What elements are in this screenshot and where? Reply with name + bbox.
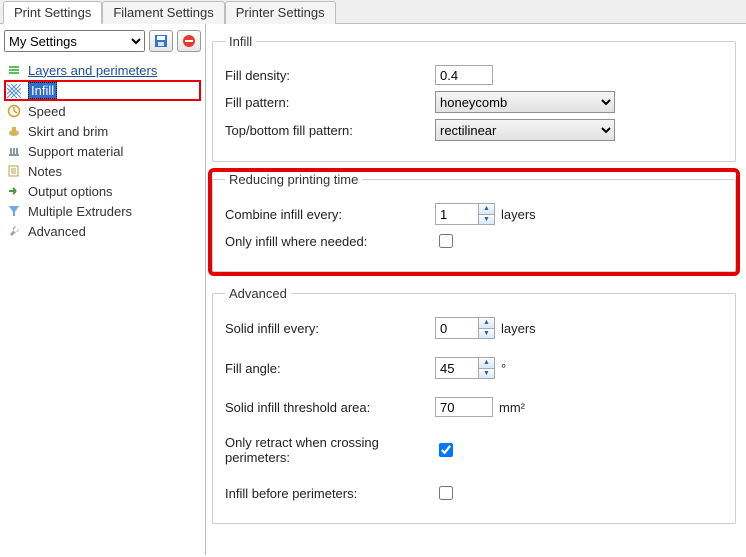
save-preset-button[interactable] [149, 30, 173, 52]
sidebar-item-speed[interactable]: Speed [4, 101, 201, 121]
only-infill-needed-checkbox[interactable] [439, 234, 453, 248]
group-legend: Infill [225, 34, 256, 49]
only-infill-needed-label: Only infill where needed: [225, 234, 435, 249]
only-retract-label: Only retract when crossing perimeters: [225, 435, 435, 465]
layers-icon [6, 62, 22, 78]
spinner-down-icon[interactable]: ▼ [479, 329, 494, 339]
fill-angle-label: Fill angle: [225, 361, 435, 376]
sidebar-item-label: Notes [28, 164, 62, 179]
sidebar-item-label: Advanced [28, 224, 86, 239]
group-legend: Advanced [225, 286, 291, 301]
funnel-icon [6, 203, 22, 219]
spinner-up-icon[interactable]: ▲ [479, 318, 494, 329]
fill-angle-spinner[interactable]: ▲▼ [435, 357, 495, 379]
infill-before-perimeters-label: Infill before perimeters: [225, 486, 435, 501]
group-legend: Reducing printing time [225, 172, 362, 187]
fill-angle-input[interactable] [436, 358, 478, 378]
sidebar-item-label: Support material [28, 144, 123, 159]
spinner-up-icon[interactable]: ▲ [479, 204, 494, 215]
threshold-area-input[interactable] [435, 397, 493, 417]
sidebar-item-skirt-brim[interactable]: Skirt and brim [4, 121, 201, 141]
solid-infill-every-label: Solid infill every: [225, 321, 435, 336]
sidebar-item-label: Layers and perimeters [28, 63, 157, 78]
threshold-area-unit: mm² [499, 400, 525, 415]
combine-infill-spinner[interactable]: ▲▼ [435, 203, 495, 225]
sidebar-item-label: Speed [28, 104, 66, 119]
spinner-down-icon[interactable]: ▼ [479, 369, 494, 379]
sidebar-item-advanced[interactable]: Advanced [4, 221, 201, 241]
solid-infill-every-unit: layers [501, 321, 536, 336]
floppy-icon [153, 33, 169, 49]
preset-select[interactable]: My Settings [4, 30, 145, 52]
solid-infill-every-spinner[interactable]: ▲▼ [435, 317, 495, 339]
threshold-area-label: Solid infill threshold area: [225, 400, 435, 415]
sidebar-item-layers[interactable]: Layers and perimeters [4, 60, 201, 80]
top-bottom-pattern-label: Top/bottom fill pattern: [225, 123, 435, 138]
sidebar-item-infill[interactable]: Infill [4, 80, 201, 101]
top-tabs: Print Settings Filament Settings Printer… [0, 0, 746, 24]
fill-pattern-label: Fill pattern: [225, 95, 435, 110]
infill-icon [6, 83, 22, 99]
reducing-time-group: Reducing printing time Combine infill ev… [212, 172, 736, 272]
spinner-up-icon[interactable]: ▲ [479, 358, 494, 369]
skirt-icon [6, 123, 22, 139]
sidebar-item-output[interactable]: Output options [4, 181, 201, 201]
tab-printer-settings[interactable]: Printer Settings [225, 1, 336, 24]
preset-row: My Settings [4, 30, 201, 52]
minus-circle-icon [181, 33, 197, 49]
content-panel: Infill Fill density: Fill pattern: honey… [206, 24, 746, 555]
only-retract-checkbox[interactable] [439, 443, 453, 457]
solid-infill-every-input[interactable] [436, 318, 478, 338]
fill-angle-unit: ° [501, 361, 506, 376]
infill-before-perimeters-checkbox[interactable] [439, 486, 453, 500]
sidebar-item-label: Skirt and brim [28, 124, 108, 139]
spinner-down-icon[interactable]: ▼ [479, 215, 494, 225]
support-icon [6, 143, 22, 159]
infill-group: Infill Fill density: Fill pattern: honey… [212, 34, 736, 162]
sidebar-item-label: Output options [28, 184, 113, 199]
wrench-icon [6, 223, 22, 239]
sidebar-item-multiple-extruders[interactable]: Multiple Extruders [4, 201, 201, 221]
tab-print-settings[interactable]: Print Settings [3, 1, 102, 24]
delete-preset-button[interactable] [177, 30, 201, 52]
nav-list: Layers and perimeters Infill Speed Skirt… [4, 60, 201, 241]
combine-infill-unit: layers [501, 207, 536, 222]
combine-infill-input[interactable] [436, 204, 478, 224]
fill-pattern-select[interactable]: honeycomb [435, 91, 615, 113]
sidebar-item-label: Infill [28, 82, 57, 99]
sidebar-item-notes[interactable]: Notes [4, 161, 201, 181]
top-bottom-pattern-select[interactable]: rectilinear [435, 119, 615, 141]
advanced-group: Advanced Solid infill every: ▲▼ layers F… [212, 286, 736, 524]
arrow-right-icon [6, 183, 22, 199]
sidebar: My Settings Layers and perimeters Infill [0, 24, 206, 555]
tab-filament-settings[interactable]: Filament Settings [102, 1, 224, 24]
fill-density-input[interactable] [435, 65, 493, 85]
combine-infill-label: Combine infill every: [225, 207, 435, 222]
fill-density-label: Fill density: [225, 68, 435, 83]
notes-icon [6, 163, 22, 179]
sidebar-item-label: Multiple Extruders [28, 204, 132, 219]
clock-icon [6, 103, 22, 119]
sidebar-item-support[interactable]: Support material [4, 141, 201, 161]
